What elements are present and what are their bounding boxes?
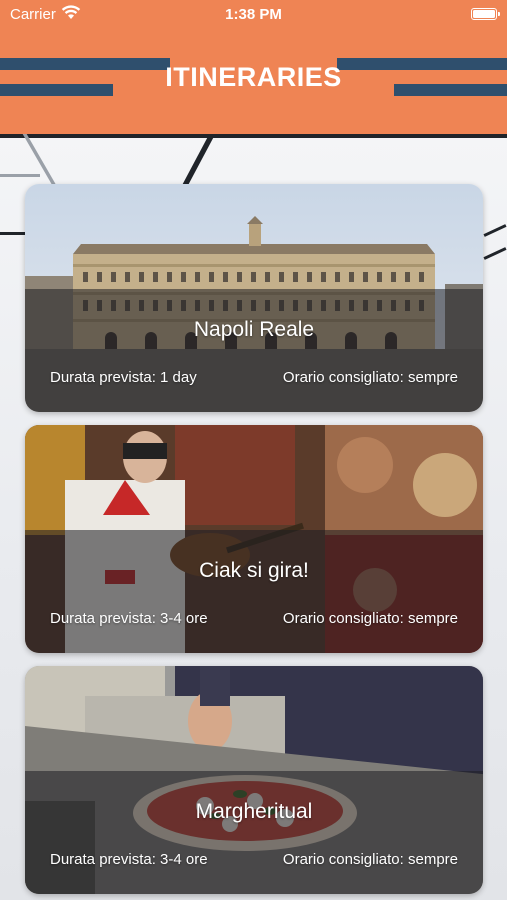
itinerary-name: Napoli Reale <box>193 318 315 341</box>
itinerary-name: Margheritual <box>195 800 313 823</box>
itinerary-duration: Durata prevista: 1 day <box>50 369 197 386</box>
status-bar: Carrier 1:38 PM <box>0 0 507 30</box>
itinerary-schedule: Orario consigliato: sempre <box>282 610 458 627</box>
itinerary-name: Ciak si gira! <box>199 559 309 582</box>
itinerary-card-margheritual[interactable]: Margheritual Durata prevista: 3-4 ore Or… <box>25 666 483 894</box>
page-title: ITINERARIES <box>165 62 342 92</box>
itinerary-schedule: Orario consigliato: sempre <box>282 851 458 868</box>
battery-icon <box>471 8 500 20</box>
itinerary-card-napoli-reale[interactable]: Napoli Reale Durata prevista: 1 day Orar… <box>25 184 483 412</box>
itinerary-card-ciak-si-gira[interactable]: Ciak si gira! Durata prevista: 3-4 ore O… <box>25 425 483 653</box>
header: Carrier 1:38 PM ITINERARIES <box>0 0 507 134</box>
itinerary-duration: Durata prevista: 3-4 ore <box>50 851 208 868</box>
itinerary-duration: Durata prevista: 3-4 ore <box>50 610 208 627</box>
clock: 1:38 PM <box>225 6 282 23</box>
card-overlay <box>25 530 483 653</box>
card-overlay <box>25 289 483 412</box>
itinerary-schedule: Orario consigliato: sempre <box>282 369 458 386</box>
card-overlay <box>25 771 483 894</box>
